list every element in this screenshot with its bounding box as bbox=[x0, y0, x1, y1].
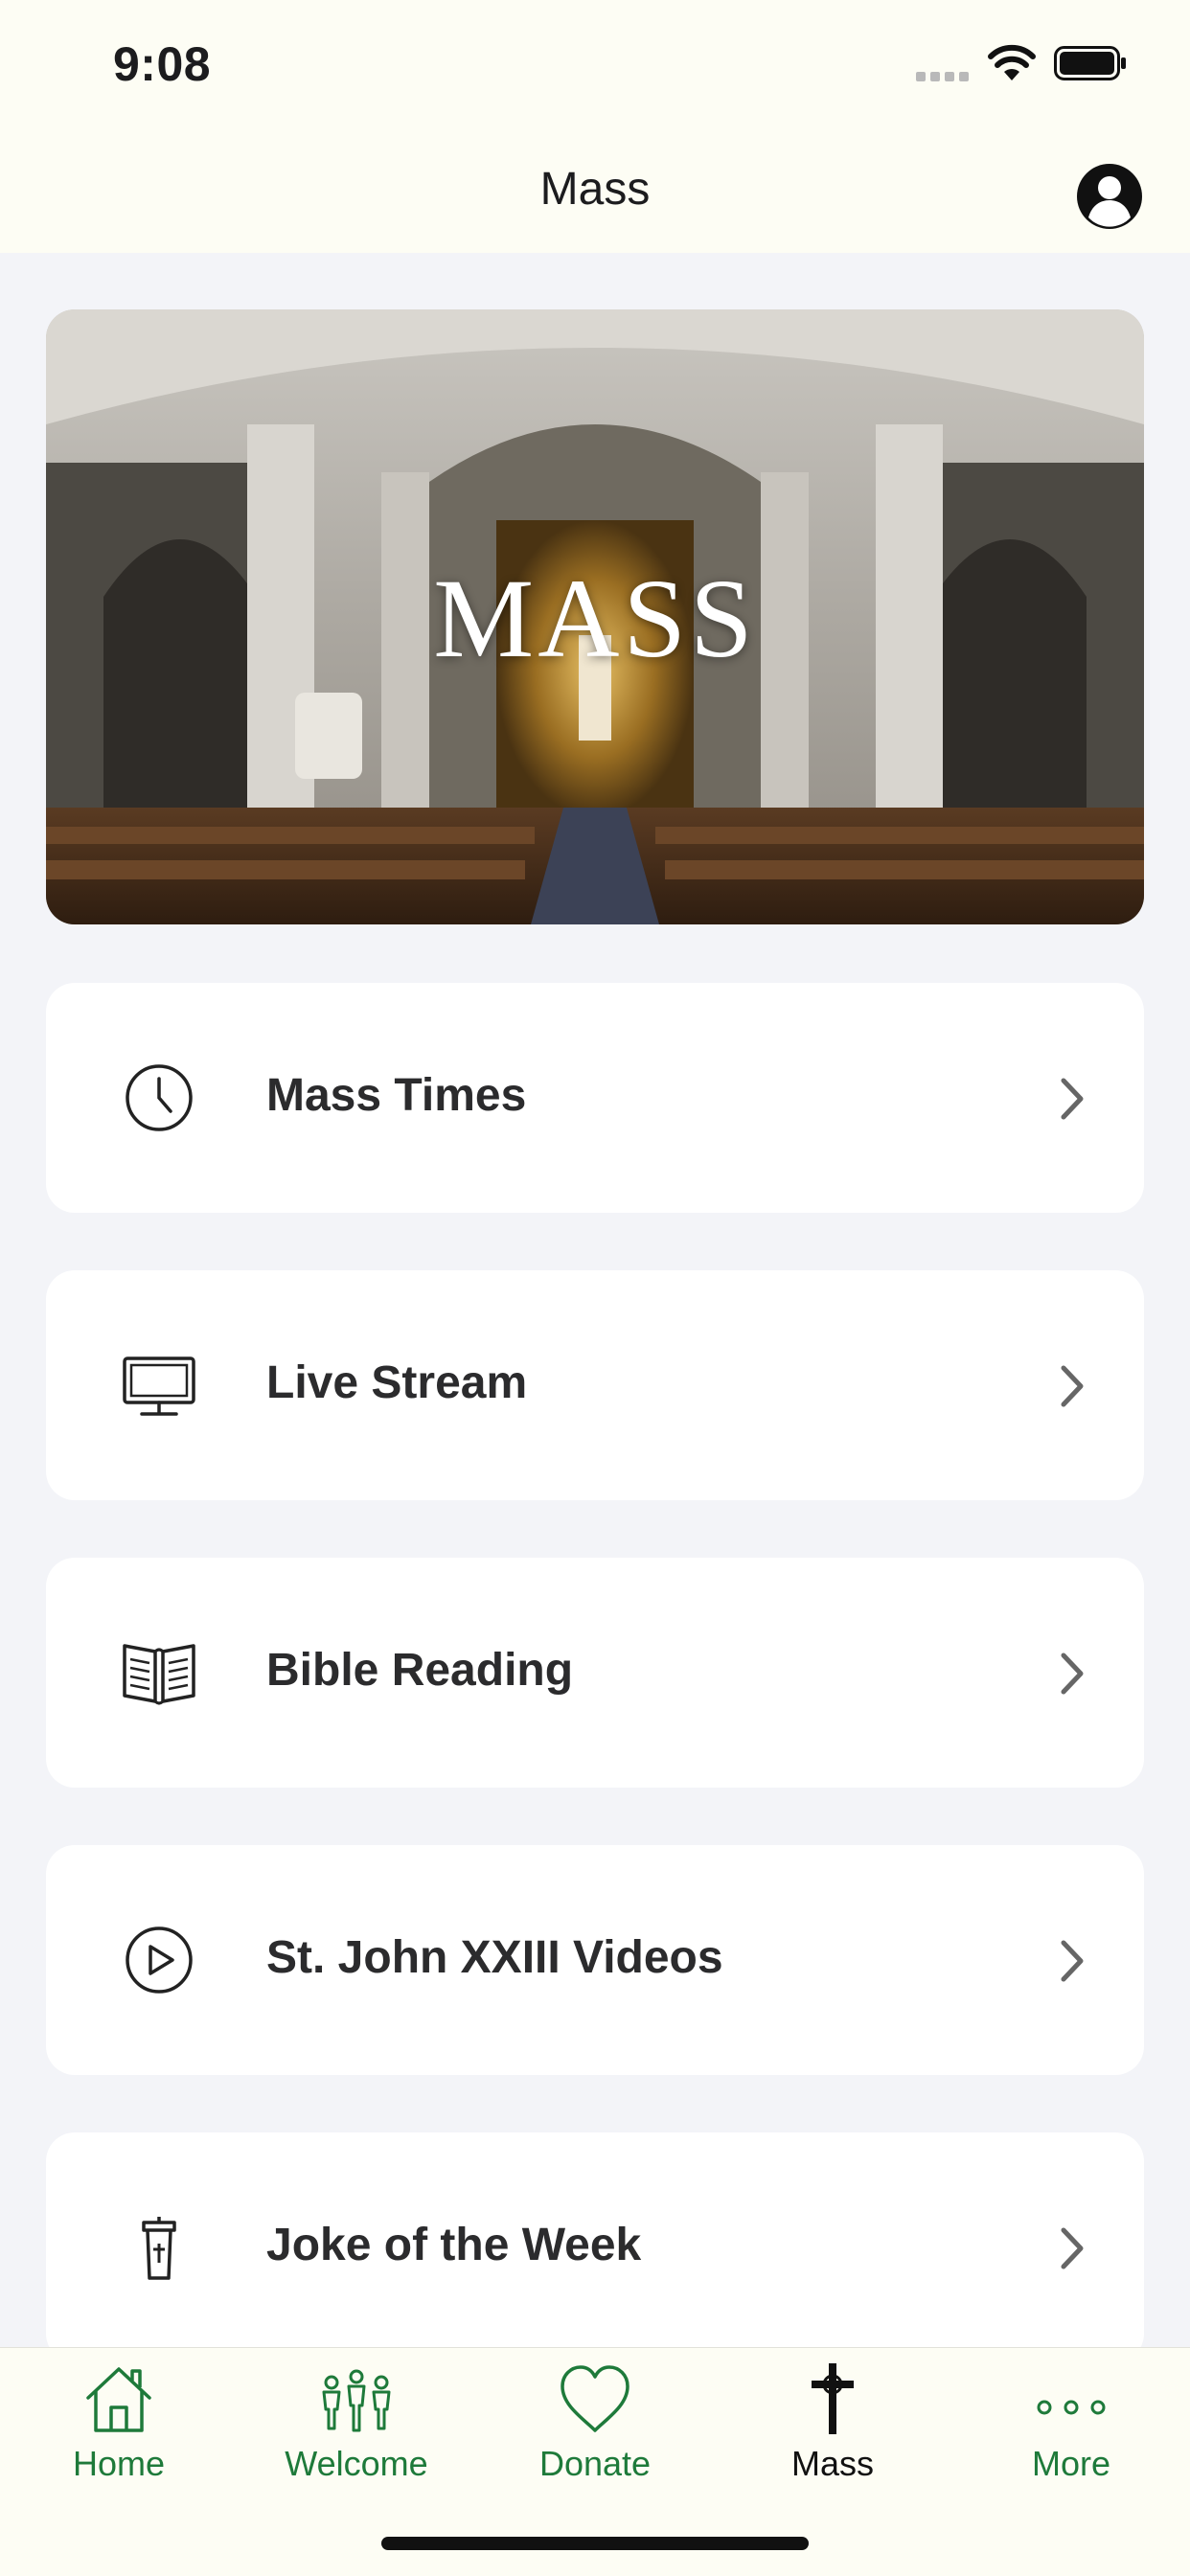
podium-icon bbox=[142, 2217, 176, 2280]
home-icon bbox=[86, 2367, 151, 2432]
tab-label: Home bbox=[72, 2444, 166, 2483]
menu-item-label: Joke of the Week bbox=[266, 2220, 642, 2270]
menu-item-label: Mass Times bbox=[266, 1070, 527, 1121]
menu-item-joke-of-the-week[interactable]: Joke of the Week bbox=[46, 2132, 1144, 2362]
tab-label: More bbox=[1031, 2444, 1111, 2483]
hero-title: MASS bbox=[433, 556, 757, 681]
heart-icon bbox=[561, 2365, 629, 2432]
cellular-signal-icon bbox=[916, 72, 969, 81]
chevron-right-icon bbox=[1061, 1940, 1084, 1982]
tab-mass[interactable]: Mass bbox=[714, 2348, 951, 2520]
tab-donate[interactable]: Donate bbox=[476, 2348, 714, 2520]
status-time: 9:08 bbox=[113, 37, 212, 91]
play-circle-icon bbox=[126, 1926, 193, 1994]
people-icon bbox=[322, 2369, 391, 2432]
chevron-right-icon bbox=[1061, 2227, 1084, 2269]
home-indicator bbox=[381, 2537, 809, 2550]
menu-item-label: St. John XXIII Videos bbox=[266, 1932, 723, 1983]
wifi-icon bbox=[988, 44, 1036, 80]
menu-item-st-john-videos[interactable]: St. John XXIII Videos bbox=[46, 1845, 1144, 2075]
page-title: Mass bbox=[539, 164, 651, 215]
tab-label: Donate bbox=[538, 2444, 652, 2483]
more-dots-icon bbox=[1037, 2400, 1106, 2415]
profile-icon[interactable] bbox=[1075, 162, 1144, 231]
battery-icon bbox=[1054, 46, 1126, 80]
chevron-right-icon bbox=[1061, 1653, 1084, 1695]
hero-banner: MASS bbox=[46, 309, 1144, 924]
chevron-right-icon bbox=[1061, 1365, 1084, 1407]
monitor-icon bbox=[123, 1356, 195, 1416]
tab-more[interactable]: More bbox=[952, 2348, 1190, 2520]
tab-label: Welcome bbox=[285, 2444, 428, 2483]
menu-item-label: Bible Reading bbox=[266, 1645, 574, 1696]
navigation-bar: Mass bbox=[0, 130, 1190, 253]
book-icon bbox=[123, 1644, 195, 1705]
cross-icon bbox=[812, 2363, 854, 2434]
tab-home[interactable]: Home bbox=[0, 2348, 238, 2520]
tab-welcome[interactable]: Welcome bbox=[238, 2348, 475, 2520]
menu-item-mass-times[interactable]: Mass Times bbox=[46, 983, 1144, 1213]
menu-item-label: Live Stream bbox=[266, 1357, 528, 1408]
status-bar: 9:08 bbox=[0, 0, 1190, 130]
tab-label: Mass bbox=[790, 2444, 874, 2483]
chevron-right-icon bbox=[1061, 1078, 1084, 1120]
menu-item-live-stream[interactable]: Live Stream bbox=[46, 1270, 1144, 1500]
clock-icon bbox=[126, 1064, 193, 1131]
menu-item-bible-reading[interactable]: Bible Reading bbox=[46, 1558, 1144, 1788]
